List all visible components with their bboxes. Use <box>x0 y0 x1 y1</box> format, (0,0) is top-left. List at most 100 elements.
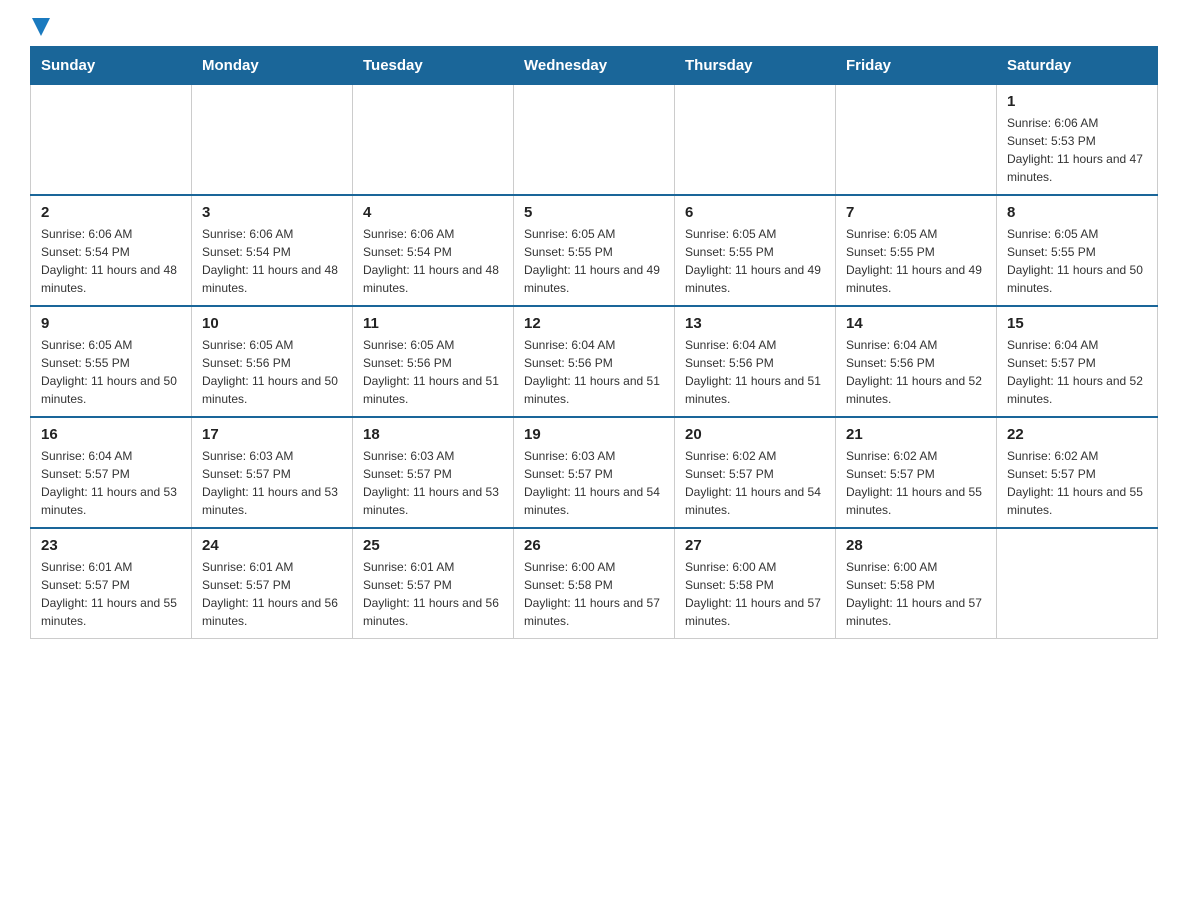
day-info: Sunrise: 6:04 AM Sunset: 5:56 PM Dayligh… <box>846 336 986 408</box>
day-number: 10 <box>202 315 342 332</box>
calendar-cell: 2 Sunrise: 6:06 AM Sunset: 5:54 PM Daylig… <box>31 195 192 306</box>
day-number: 1 <box>1007 93 1147 110</box>
calendar-cell: 6 Sunrise: 6:05 AM Sunset: 5:55 PM Daylig… <box>675 195 836 306</box>
calendar-day-header: Friday <box>836 47 997 85</box>
day-number: 25 <box>363 537 503 554</box>
day-info: Sunrise: 6:02 AM Sunset: 5:57 PM Dayligh… <box>685 447 825 519</box>
day-info: Sunrise: 6:00 AM Sunset: 5:58 PM Dayligh… <box>524 558 664 630</box>
day-number: 8 <box>1007 204 1147 221</box>
logo-triangle-icon <box>32 18 50 36</box>
day-info: Sunrise: 6:04 AM Sunset: 5:56 PM Dayligh… <box>524 336 664 408</box>
day-info: Sunrise: 6:06 AM Sunset: 5:54 PM Dayligh… <box>41 225 181 297</box>
calendar-cell: 23 Sunrise: 6:01 AM Sunset: 5:57 PM Dayli… <box>31 528 192 639</box>
day-info: Sunrise: 6:04 AM Sunset: 5:57 PM Dayligh… <box>41 447 181 519</box>
calendar-week-row: 23 Sunrise: 6:01 AM Sunset: 5:57 PM Dayli… <box>31 528 1158 639</box>
day-info: Sunrise: 6:05 AM Sunset: 5:55 PM Dayligh… <box>685 225 825 297</box>
day-number: 12 <box>524 315 664 332</box>
day-number: 14 <box>846 315 986 332</box>
logo <box>30 20 50 36</box>
calendar-cell: 12 Sunrise: 6:04 AM Sunset: 5:56 PM Dayli… <box>514 306 675 417</box>
calendar-cell: 25 Sunrise: 6:01 AM Sunset: 5:57 PM Dayli… <box>353 528 514 639</box>
day-info: Sunrise: 6:06 AM Sunset: 5:54 PM Dayligh… <box>363 225 503 297</box>
calendar-day-header: Wednesday <box>514 47 675 85</box>
day-info: Sunrise: 6:01 AM Sunset: 5:57 PM Dayligh… <box>363 558 503 630</box>
day-info: Sunrise: 6:01 AM Sunset: 5:57 PM Dayligh… <box>202 558 342 630</box>
calendar-cell <box>192 85 353 196</box>
calendar-cell <box>353 85 514 196</box>
day-number: 23 <box>41 537 181 554</box>
day-info: Sunrise: 6:04 AM Sunset: 5:57 PM Dayligh… <box>1007 336 1147 408</box>
calendar-cell: 10 Sunrise: 6:05 AM Sunset: 5:56 PM Dayli… <box>192 306 353 417</box>
calendar-cell: 22 Sunrise: 6:02 AM Sunset: 5:57 PM Dayli… <box>997 417 1158 528</box>
day-number: 19 <box>524 426 664 443</box>
calendar-week-row: 9 Sunrise: 6:05 AM Sunset: 5:55 PM Daylig… <box>31 306 1158 417</box>
calendar-cell <box>31 85 192 196</box>
day-info: Sunrise: 6:06 AM Sunset: 5:54 PM Dayligh… <box>202 225 342 297</box>
day-info: Sunrise: 6:00 AM Sunset: 5:58 PM Dayligh… <box>846 558 986 630</box>
calendar-cell <box>675 85 836 196</box>
calendar-day-header: Thursday <box>675 47 836 85</box>
day-info: Sunrise: 6:06 AM Sunset: 5:53 PM Dayligh… <box>1007 114 1147 186</box>
day-info: Sunrise: 6:01 AM Sunset: 5:57 PM Dayligh… <box>41 558 181 630</box>
day-info: Sunrise: 6:04 AM Sunset: 5:56 PM Dayligh… <box>685 336 825 408</box>
calendar-cell <box>997 528 1158 639</box>
day-number: 17 <box>202 426 342 443</box>
day-number: 3 <box>202 204 342 221</box>
day-info: Sunrise: 6:05 AM Sunset: 5:55 PM Dayligh… <box>1007 225 1147 297</box>
calendar-week-row: 2 Sunrise: 6:06 AM Sunset: 5:54 PM Daylig… <box>31 195 1158 306</box>
day-info: Sunrise: 6:03 AM Sunset: 5:57 PM Dayligh… <box>363 447 503 519</box>
day-info: Sunrise: 6:05 AM Sunset: 5:56 PM Dayligh… <box>363 336 503 408</box>
day-info: Sunrise: 6:03 AM Sunset: 5:57 PM Dayligh… <box>524 447 664 519</box>
day-info: Sunrise: 6:05 AM Sunset: 5:55 PM Dayligh… <box>41 336 181 408</box>
calendar-cell <box>514 85 675 196</box>
day-number: 4 <box>363 204 503 221</box>
day-info: Sunrise: 6:05 AM Sunset: 5:56 PM Dayligh… <box>202 336 342 408</box>
day-number: 28 <box>846 537 986 554</box>
calendar-cell: 3 Sunrise: 6:06 AM Sunset: 5:54 PM Daylig… <box>192 195 353 306</box>
day-number: 24 <box>202 537 342 554</box>
calendar-cell: 18 Sunrise: 6:03 AM Sunset: 5:57 PM Dayli… <box>353 417 514 528</box>
calendar-week-row: 16Sunrise: 6:04 AM Sunset: 5:57 PM Dayli… <box>31 417 1158 528</box>
calendar-cell: 9 Sunrise: 6:05 AM Sunset: 5:55 PM Daylig… <box>31 306 192 417</box>
calendar-cell: 21 Sunrise: 6:02 AM Sunset: 5:57 PM Dayli… <box>836 417 997 528</box>
calendar-cell: 26 Sunrise: 6:00 AM Sunset: 5:58 PM Dayli… <box>514 528 675 639</box>
day-number: 5 <box>524 204 664 221</box>
day-number: 27 <box>685 537 825 554</box>
day-number: 22 <box>1007 426 1147 443</box>
day-info: Sunrise: 6:02 AM Sunset: 5:57 PM Dayligh… <box>846 447 986 519</box>
calendar-day-header: Sunday <box>31 47 192 85</box>
calendar-cell: 16Sunrise: 6:04 AM Sunset: 5:57 PM Dayli… <box>31 417 192 528</box>
calendar-cell: 5 Sunrise: 6:05 AM Sunset: 5:55 PM Daylig… <box>514 195 675 306</box>
day-info: Sunrise: 6:05 AM Sunset: 5:55 PM Dayligh… <box>524 225 664 297</box>
day-number: 9 <box>41 315 181 332</box>
calendar-cell: 8 Sunrise: 6:05 AM Sunset: 5:55 PM Daylig… <box>997 195 1158 306</box>
day-info: Sunrise: 6:00 AM Sunset: 5:58 PM Dayligh… <box>685 558 825 630</box>
day-number: 11 <box>363 315 503 332</box>
page-header <box>30 20 1158 36</box>
calendar-cell: 28 Sunrise: 6:00 AM Sunset: 5:58 PM Dayli… <box>836 528 997 639</box>
calendar-cell: 7 Sunrise: 6:05 AM Sunset: 5:55 PM Daylig… <box>836 195 997 306</box>
calendar-header-row: SundayMondayTuesdayWednesdayThursdayFrid… <box>31 47 1158 85</box>
calendar-table: SundayMondayTuesdayWednesdayThursdayFrid… <box>30 46 1158 639</box>
calendar-cell: 11 Sunrise: 6:05 AM Sunset: 5:56 PM Dayli… <box>353 306 514 417</box>
calendar-cell: 4 Sunrise: 6:06 AM Sunset: 5:54 PM Daylig… <box>353 195 514 306</box>
day-info: Sunrise: 6:05 AM Sunset: 5:55 PM Dayligh… <box>846 225 986 297</box>
calendar-cell: 14 Sunrise: 6:04 AM Sunset: 5:56 PM Dayli… <box>836 306 997 417</box>
day-number: 26 <box>524 537 664 554</box>
day-number: 2 <box>41 204 181 221</box>
day-number: 6 <box>685 204 825 221</box>
day-number: 13 <box>685 315 825 332</box>
day-number: 18 <box>363 426 503 443</box>
calendar-cell: 1 Sunrise: 6:06 AM Sunset: 5:53 PM Daylig… <box>997 85 1158 196</box>
calendar-cell: 19 Sunrise: 6:03 AM Sunset: 5:57 PM Dayli… <box>514 417 675 528</box>
calendar-week-row: 1 Sunrise: 6:06 AM Sunset: 5:53 PM Daylig… <box>31 85 1158 196</box>
day-info: Sunrise: 6:02 AM Sunset: 5:57 PM Dayligh… <box>1007 447 1147 519</box>
day-number: 15 <box>1007 315 1147 332</box>
calendar-cell: 27 Sunrise: 6:00 AM Sunset: 5:58 PM Dayli… <box>675 528 836 639</box>
day-number: 7 <box>846 204 986 221</box>
calendar-cell: 15 Sunrise: 6:04 AM Sunset: 5:57 PM Dayli… <box>997 306 1158 417</box>
calendar-day-header: Tuesday <box>353 47 514 85</box>
calendar-cell <box>836 85 997 196</box>
day-number: 21 <box>846 426 986 443</box>
calendar-cell: 20Sunrise: 6:02 AM Sunset: 5:57 PM Dayli… <box>675 417 836 528</box>
